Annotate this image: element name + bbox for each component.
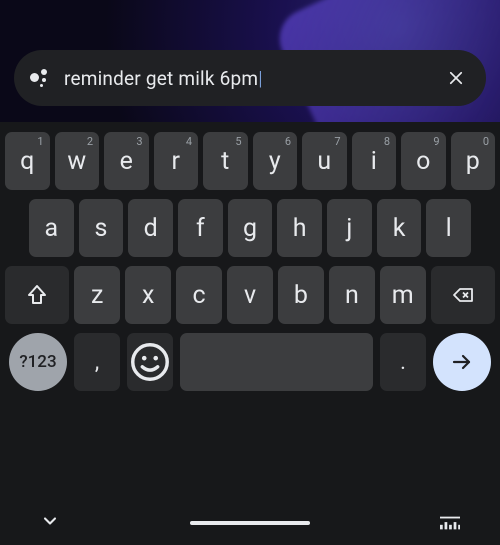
key-r[interactable]: r4 bbox=[154, 132, 199, 190]
key-p[interactable]: p0 bbox=[451, 132, 496, 190]
chevron-down-icon bbox=[40, 511, 60, 531]
backspace-icon bbox=[451, 283, 475, 307]
gesture-handle[interactable] bbox=[190, 521, 310, 525]
key-v[interactable]: v bbox=[227, 266, 273, 324]
close-icon bbox=[447, 69, 465, 87]
key-q[interactable]: q1 bbox=[5, 132, 50, 190]
key-period[interactable]: . bbox=[380, 333, 426, 391]
key-f[interactable]: f bbox=[178, 199, 223, 257]
key-comma[interactable]: , bbox=[74, 333, 120, 391]
key-i[interactable]: i8 bbox=[352, 132, 397, 190]
key-a[interactable]: a bbox=[29, 199, 74, 257]
key-u[interactable]: u7 bbox=[302, 132, 347, 190]
on-screen-keyboard: q1 w2 e3 r4 t5 y6 u7 i8 o9 p0 a s d f g … bbox=[0, 122, 500, 545]
key-n[interactable]: n bbox=[329, 266, 375, 324]
key-e[interactable]: e3 bbox=[104, 132, 149, 190]
key-w[interactable]: w2 bbox=[55, 132, 100, 190]
keyboard-row-1: q1 w2 e3 r4 t5 y6 u7 i8 o9 p0 bbox=[5, 132, 495, 190]
key-t[interactable]: t5 bbox=[203, 132, 248, 190]
key-k[interactable]: k bbox=[377, 199, 422, 257]
key-d[interactable]: d bbox=[128, 199, 173, 257]
key-space[interactable] bbox=[180, 333, 373, 391]
key-x[interactable]: x bbox=[125, 266, 171, 324]
key-shift[interactable] bbox=[5, 266, 69, 324]
key-o[interactable]: o9 bbox=[401, 132, 446, 190]
arrow-right-icon bbox=[450, 350, 474, 374]
key-c[interactable]: c bbox=[176, 266, 222, 324]
keyboard-collapse-button[interactable] bbox=[40, 511, 60, 535]
search-input[interactable]: reminder get milk 6pm| bbox=[64, 67, 442, 90]
key-backspace[interactable] bbox=[431, 266, 495, 324]
key-g[interactable]: g bbox=[228, 199, 273, 257]
key-b[interactable]: b bbox=[278, 266, 324, 324]
keyboard-row-3: z x c v b n m bbox=[5, 266, 495, 324]
key-s[interactable]: s bbox=[79, 199, 124, 257]
key-y[interactable]: y6 bbox=[253, 132, 298, 190]
search-query-text: reminder get milk 6pm bbox=[64, 67, 258, 90]
key-enter[interactable] bbox=[433, 333, 491, 391]
keyboard-icon bbox=[440, 513, 460, 533]
system-nav-bar bbox=[0, 501, 500, 545]
text-cursor: | bbox=[258, 67, 262, 90]
keyboard-row-2: a s d f g h j k l bbox=[5, 199, 495, 257]
shift-icon bbox=[25, 283, 49, 307]
keyboard-switch-button[interactable] bbox=[440, 513, 460, 533]
key-symbols[interactable]: ?123 bbox=[9, 333, 67, 391]
assistant-search-bar[interactable]: reminder get milk 6pm| bbox=[14, 50, 486, 106]
keyboard-row-4: ?123 , . bbox=[5, 333, 495, 391]
google-assistant-icon bbox=[30, 68, 50, 88]
key-emoji[interactable] bbox=[127, 333, 173, 391]
key-l[interactable]: l bbox=[426, 199, 471, 257]
key-h[interactable]: h bbox=[277, 199, 322, 257]
key-j[interactable]: j bbox=[327, 199, 372, 257]
emoji-icon bbox=[127, 339, 173, 385]
clear-button[interactable] bbox=[442, 64, 470, 92]
key-m[interactable]: m bbox=[380, 266, 426, 324]
key-z[interactable]: z bbox=[74, 266, 120, 324]
